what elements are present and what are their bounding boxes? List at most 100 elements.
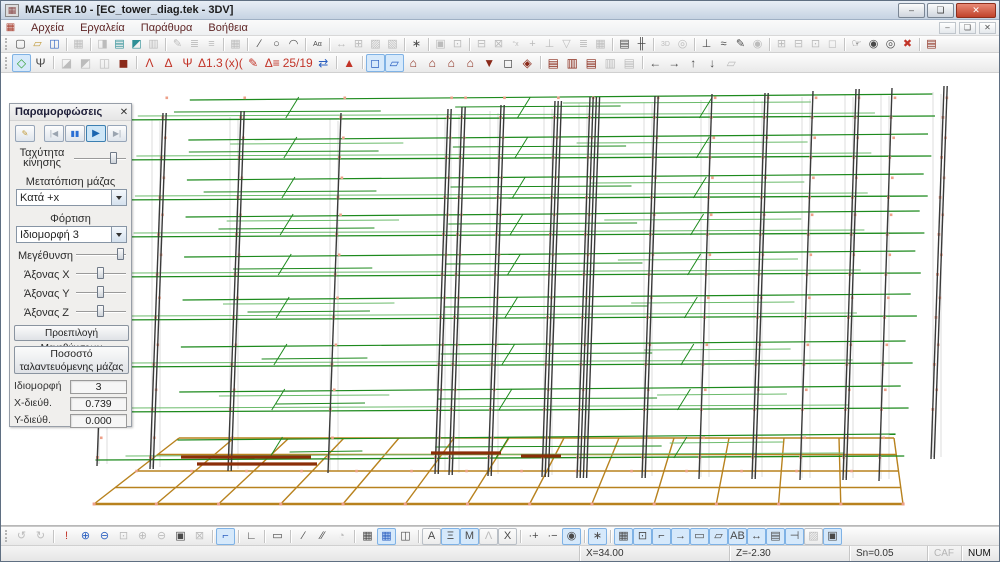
- skip-forward-button[interactable]: ▶|: [107, 125, 127, 142]
- find-model-icon[interactable]: ◉: [865, 36, 882, 52]
- deform-2-icon[interactable]: Δ: [159, 54, 178, 72]
- magnify-slider[interactable]: [76, 247, 126, 261]
- list-bars-icon[interactable]: ≣: [575, 36, 592, 52]
- tile-horizontal-icon[interactable]: ⊞: [773, 36, 790, 52]
- hatch-icon[interactable]: ▧: [384, 36, 401, 52]
- slider-thumb[interactable]: [117, 248, 124, 260]
- zoom-doc-icon[interactable]: ⊟: [473, 36, 490, 52]
- toggle-a2-icon[interactable]: Λ: [479, 528, 498, 545]
- close-button[interactable]: ✕: [956, 3, 996, 18]
- view3d-icon[interactable]: 3D: [657, 36, 674, 52]
- axis-x-slider[interactable]: [76, 266, 126, 280]
- toolbar-grip[interactable]: [5, 38, 8, 50]
- grid-toggle-icon[interactable]: ▦: [377, 528, 396, 545]
- print-preview-icon[interactable]: ◩: [128, 36, 145, 52]
- snap-frame-icon[interactable]: ▣: [823, 528, 842, 545]
- snap-dim-icon[interactable]: ↔: [747, 528, 766, 545]
- render-icon[interactable]: ◎: [674, 36, 691, 52]
- list-edit-icon[interactable]: ≡: [203, 36, 220, 52]
- snap-support-icon[interactable]: ⊣: [785, 528, 804, 545]
- default-magnification-button[interactable]: Προεπιλογή Μεγεθύνσεων: [14, 325, 129, 341]
- menu-file[interactable]: Αρχεία: [23, 21, 72, 35]
- axes-red-icon[interactable]: Ψ: [178, 54, 197, 72]
- find-model2-icon[interactable]: ◎: [882, 36, 899, 52]
- minimize-button[interactable]: –: [898, 3, 925, 18]
- deform-1-icon[interactable]: Λ: [140, 54, 159, 72]
- chart-c-icon[interactable]: ◫: [95, 54, 114, 72]
- dot-minus-icon[interactable]: ·−: [543, 528, 562, 545]
- slider-thumb[interactable]: [110, 152, 117, 164]
- elements-icon[interactable]: ⊞: [350, 36, 367, 52]
- text-tool-icon[interactable]: Aα: [309, 36, 326, 52]
- copy-icon[interactable]: ◨: [94, 36, 111, 52]
- snap-grid-icon[interactable]: ▦: [614, 528, 633, 545]
- angle-measure-icon[interactable]: ◔: [332, 528, 351, 545]
- polyline-tool-icon[interactable]: ∕∕: [313, 528, 332, 545]
- toggle-x-icon[interactable]: X: [498, 528, 517, 545]
- regen-icon[interactable]: !: [57, 528, 76, 545]
- panel-close-icon[interactable]: ✕: [117, 107, 131, 118]
- arc-tool-icon[interactable]: ◠: [285, 36, 302, 52]
- menu-help[interactable]: Βοήθεια: [200, 21, 255, 35]
- restore-button[interactable]: ❏: [927, 3, 954, 18]
- frame-3-icon[interactable]: ▤: [582, 54, 601, 72]
- house-wire-icon[interactable]: ⌂: [461, 54, 480, 72]
- new-file-icon[interactable]: ▢: [12, 36, 29, 52]
- binoculars-icon[interactable]: ◉: [749, 36, 766, 52]
- find-icon[interactable]: +: [524, 36, 541, 52]
- print-drawing-icon[interactable]: ▤: [616, 36, 633, 52]
- cube-red-icon[interactable]: ◈: [518, 54, 537, 72]
- skip-back-button[interactable]: |◀: [44, 125, 64, 142]
- delete-icon[interactable]: ✖: [899, 36, 916, 52]
- mode-combobox[interactable]: Ιδιομορφή 3: [16, 226, 127, 243]
- snap-point-icon[interactable]: ⊡: [633, 528, 652, 545]
- speed-slider[interactable]: [74, 151, 126, 165]
- zoom-window-icon[interactable]: ⊡: [114, 528, 133, 545]
- slider-thumb[interactable]: [97, 305, 104, 317]
- save-file-icon[interactable]: ◫: [46, 36, 63, 52]
- toolbar-grip[interactable]: [5, 57, 8, 69]
- arrow-down-icon[interactable]: ↓: [703, 54, 722, 72]
- animation-settings-button[interactable]: ✎: [15, 125, 35, 142]
- frame-2-icon[interactable]: ▥: [563, 54, 582, 72]
- cascade-icon[interactable]: ⊡: [807, 36, 824, 52]
- mdi-restore-button[interactable]: ❏: [959, 22, 976, 34]
- print-red-icon[interactable]: ▤: [923, 36, 940, 52]
- offset-icon[interactable]: °x: [507, 36, 524, 52]
- play-button[interactable]: ▶: [86, 125, 106, 142]
- toolbar-grip[interactable]: [5, 530, 8, 542]
- view-plane-icon[interactable]: ▱: [385, 54, 404, 72]
- snap-slab-icon[interactable]: ▭: [690, 528, 709, 545]
- star-snap-icon[interactable]: ∗: [588, 528, 607, 545]
- segment-tool-icon[interactable]: ∕: [294, 528, 313, 545]
- mdi-close-button[interactable]: ✕: [979, 22, 996, 34]
- chevron-down-icon[interactable]: [111, 227, 126, 242]
- pan-hand-icon[interactable]: ☞: [848, 36, 865, 52]
- node-snap-icon[interactable]: ∟: [242, 528, 261, 545]
- grid-edit-icon[interactable]: ▦: [358, 528, 377, 545]
- grid-icon[interactable]: ▦: [227, 36, 244, 52]
- toggle-sigma-icon[interactable]: Ξ: [441, 528, 460, 545]
- ortho-snap-icon[interactable]: ⌐: [216, 528, 235, 545]
- frame-5-icon[interactable]: ▤: [620, 54, 639, 72]
- open-small-icon[interactable]: ▱: [722, 54, 741, 72]
- mesh-icon[interactable]: ▨: [367, 36, 384, 52]
- toggle-a-icon[interactable]: A: [422, 528, 441, 545]
- arrow-up-icon[interactable]: ↑: [684, 54, 703, 72]
- zoom-out-icon[interactable]: ⊖: [95, 528, 114, 545]
- zoom-in-icon[interactable]: ⊕: [76, 528, 95, 545]
- chart-a-icon[interactable]: ◪: [57, 54, 76, 72]
- arrow-left-icon[interactable]: ←: [646, 54, 665, 72]
- house-side-icon[interactable]: ⌂: [423, 54, 442, 72]
- view-cube-icon[interactable]: ◻: [366, 54, 385, 72]
- tile-vertical-icon[interactable]: ⊟: [790, 36, 807, 52]
- toggle-m-icon[interactable]: M: [460, 528, 479, 545]
- redo-icon[interactable]: ↻: [31, 528, 50, 545]
- save-model-icon[interactable]: ◼: [114, 54, 133, 72]
- oscillating-mass-button[interactable]: Ποσοστό ταλαντευόμενης μάζας: [14, 346, 129, 374]
- filter-icon[interactable]: ▼: [480, 54, 499, 72]
- panel-title-bar[interactable]: Παραμορφώσεις ✕: [10, 104, 131, 121]
- props-window2-icon[interactable]: ⊡: [449, 36, 466, 52]
- frame-1-icon[interactable]: ▤: [544, 54, 563, 72]
- section-rails-icon[interactable]: ╫: [633, 36, 650, 52]
